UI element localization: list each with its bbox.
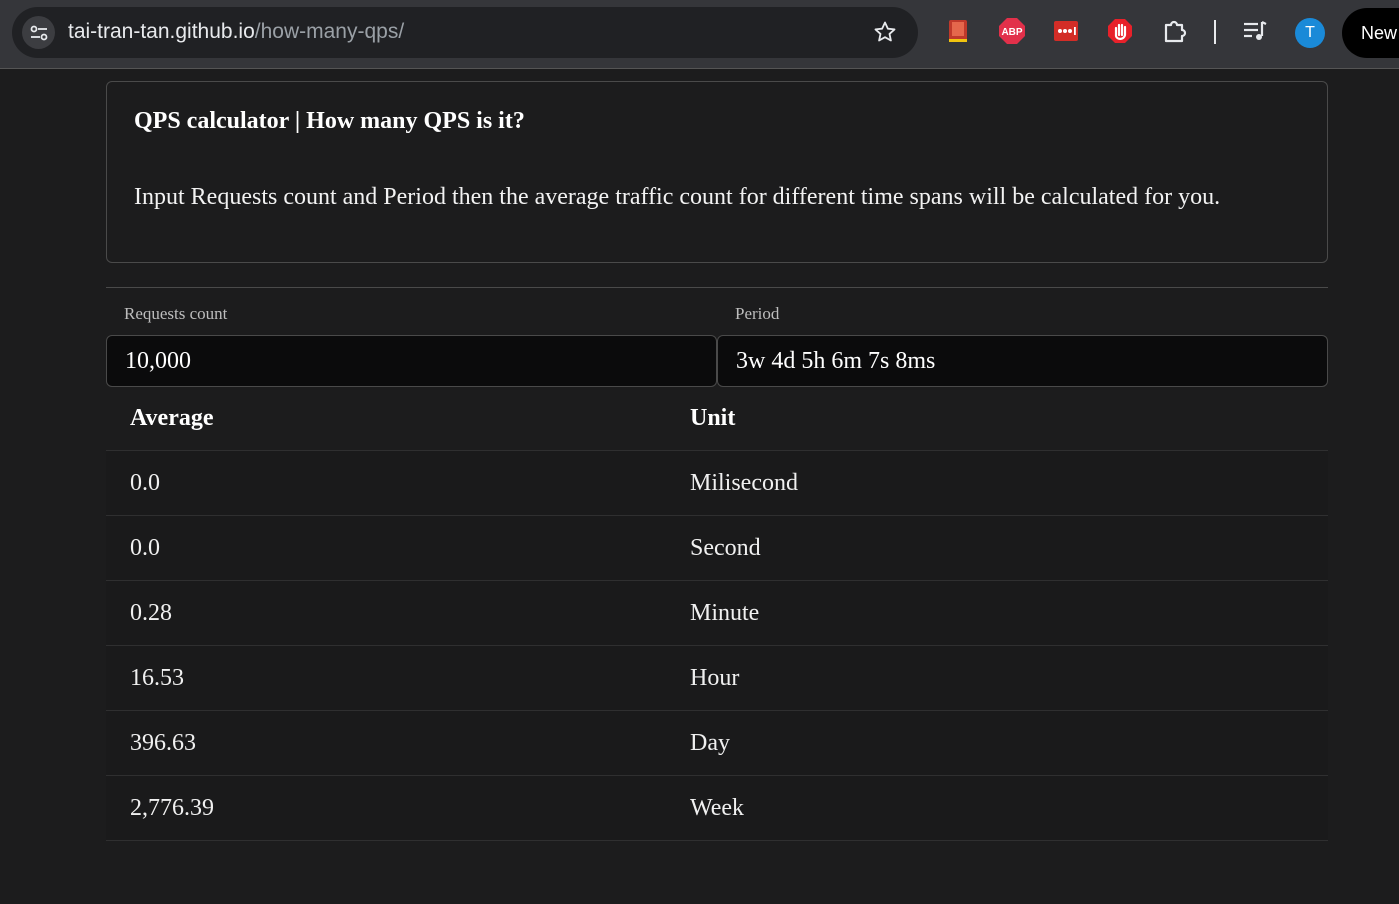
unit-cell: Minute [690, 600, 760, 626]
table-row: 0.0 Milisecond [106, 451, 1328, 516]
site-info-icon[interactable] [22, 16, 55, 49]
unit-cell: Milisecond [690, 470, 798, 496]
header-unit: Unit [690, 405, 736, 431]
period-label: Period [735, 304, 780, 323]
unit-cell: Second [690, 535, 761, 561]
average-cell: 16.53 [130, 665, 184, 691]
period-input[interactable] [717, 335, 1328, 387]
unit-cell: Day [690, 730, 730, 756]
new-chrome-button[interactable]: New [1342, 8, 1399, 58]
page-description: Input Requests count and Period then the… [134, 184, 1221, 210]
table-row: 2,776.39 Week [106, 776, 1328, 841]
average-cell: 0.0 [130, 535, 160, 561]
requests-count-input[interactable] [106, 335, 717, 387]
average-cell: 396.63 [130, 730, 196, 756]
table-row: 0.28 Minute [106, 581, 1328, 646]
page-title: QPS calculator | How many QPS is it? [134, 108, 525, 134]
unit-cell: Week [690, 795, 745, 821]
average-cell: 0.28 [130, 600, 172, 626]
url-text[interactable]: tai-tran-tan.github.io/how-many-qps/ [68, 19, 404, 45]
lastpass-icon[interactable] [1052, 17, 1080, 45]
book-icon[interactable] [944, 17, 972, 45]
section-divider [106, 287, 1328, 288]
toolbar-divider [1214, 20, 1216, 44]
svg-text:ABP: ABP [1001, 27, 1022, 38]
browser-toolbar: tai-tran-tan.github.io/how-many-qps/ ABP… [0, 0, 1399, 69]
average-cell: 2,776.39 [130, 795, 214, 821]
profile-avatar[interactable]: T [1295, 18, 1325, 48]
average-cell: 0.0 [130, 470, 160, 496]
extensions-puzzle-icon[interactable] [1161, 17, 1189, 45]
table-row: 0.0 Second [106, 516, 1328, 581]
unit-cell: Hour [690, 665, 740, 691]
address-bar[interactable]: tai-tran-tan.github.io/how-many-qps/ [12, 7, 918, 58]
adblock-plus-icon[interactable]: ABP [998, 17, 1026, 45]
table-header-row: Average Unit [106, 387, 1328, 451]
media-queue-icon[interactable] [1241, 17, 1269, 45]
header-average: Average [130, 405, 214, 431]
stop-hand-icon[interactable] [1106, 17, 1134, 45]
table-row: 16.53 Hour [106, 646, 1328, 711]
intro-card: QPS calculator | How many QPS is it? Inp… [106, 81, 1328, 263]
table-row: 396.63 Day [106, 711, 1328, 776]
requests-count-label: Requests count [124, 304, 228, 323]
url-path: /how-many-qps/ [254, 20, 405, 43]
url-host: tai-tran-tan.github.io [68, 20, 255, 43]
bookmark-star-icon[interactable] [872, 19, 898, 45]
results-table: Average Unit 0.0 Milisecond 0.0 Second 0… [106, 387, 1328, 841]
